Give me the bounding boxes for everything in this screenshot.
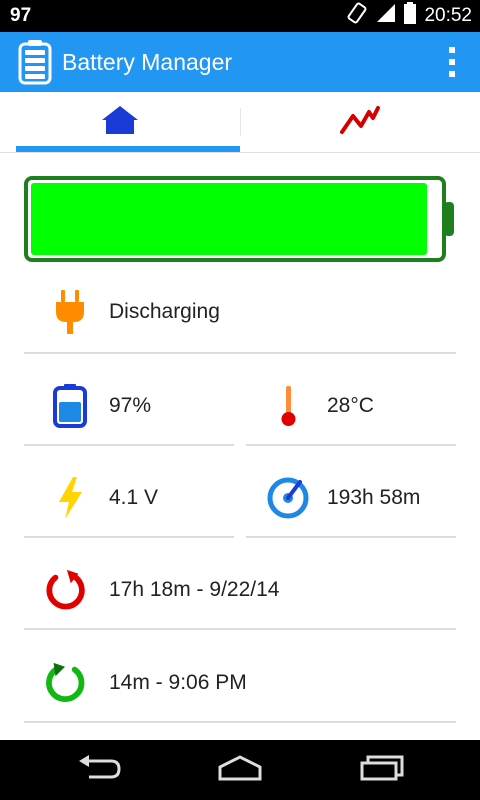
recents-icon <box>360 755 404 786</box>
app-title: Battery Manager <box>62 48 233 75</box>
home-icon <box>100 104 140 141</box>
level-cell: 97% <box>48 384 151 428</box>
tab-bar <box>0 92 480 153</box>
temperature-value: 28°C <box>327 394 374 417</box>
recents-button[interactable] <box>352 750 412 790</box>
charge-row: 14m - 9:06 PM <box>44 661 247 705</box>
temperature-cell: 28°C <box>266 384 374 428</box>
divider <box>24 628 456 630</box>
discharge-cycle-icon <box>44 568 88 612</box>
signal-icon <box>376 3 396 29</box>
tab-home[interactable] <box>0 92 240 152</box>
navigation-bar <box>0 740 480 800</box>
time-left-value: 193h 58m <box>327 486 421 509</box>
status-bar: 97 20:52 <box>0 0 480 32</box>
battery-icon[interactable] <box>18 39 52 85</box>
divider <box>24 444 234 446</box>
status-row: Discharging <box>48 290 220 334</box>
lightning-icon <box>48 476 92 520</box>
back-button[interactable] <box>70 750 130 790</box>
rotate-icon <box>346 2 368 30</box>
divider <box>246 536 456 538</box>
battery-status-icon <box>404 2 417 30</box>
home-button[interactable] <box>210 750 270 790</box>
divider <box>24 352 456 354</box>
unplugged-row: 17h 18m - 9/22/14 <box>44 568 279 612</box>
tab-indicator <box>16 146 240 152</box>
gauge-icon <box>266 476 310 520</box>
plug-icon <box>48 290 92 334</box>
battery-percent: 97% <box>109 394 152 417</box>
battery-level-icon <box>48 384 92 428</box>
divider <box>24 721 456 723</box>
since-charge-value: 14m - 9:06 PM <box>109 671 247 694</box>
battery-level-graphic <box>24 176 456 262</box>
clock: 20:52 <box>424 5 472 26</box>
voltage-cell: 4.1 V <box>48 476 158 520</box>
time-left-cell: 193h 58m <box>266 476 420 520</box>
app-bar: Battery Manager <box>0 32 480 92</box>
since-unplugged-value: 17h 18m - 9/22/14 <box>109 578 280 601</box>
chart-line-icon <box>339 104 381 141</box>
charge-cycle-icon <box>44 661 88 705</box>
thermometer-icon <box>266 384 310 428</box>
home-nav-icon <box>216 754 264 786</box>
voltage-value: 4.1 V <box>109 486 159 509</box>
divider <box>246 444 456 446</box>
tab-chart[interactable] <box>240 92 480 152</box>
charging-status: Discharging <box>109 300 220 323</box>
overflow-menu-icon[interactable] <box>448 46 456 78</box>
back-icon <box>77 754 123 786</box>
notification-count: 97 <box>10 5 32 26</box>
divider <box>24 536 234 538</box>
